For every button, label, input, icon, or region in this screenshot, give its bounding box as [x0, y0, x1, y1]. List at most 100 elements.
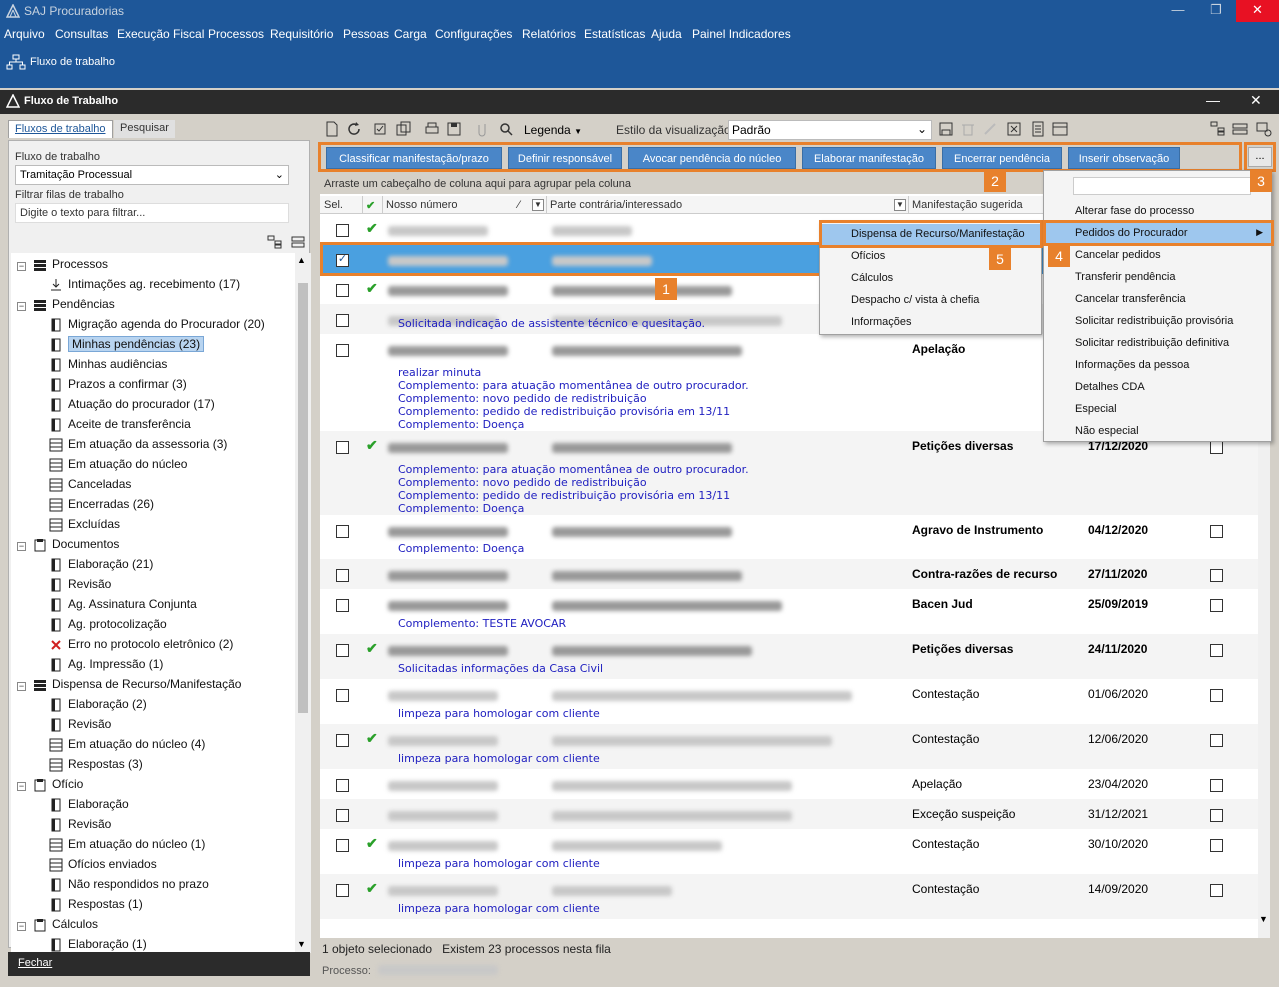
tree-item[interactable]: Canceladas: [49, 477, 131, 497]
menu-painel-indicadores[interactable]: Painel Indicadores: [692, 27, 791, 41]
tree-item[interactable]: Revisão: [49, 577, 111, 597]
submenu-despacho[interactable]: Despacho c/ vista à chefia: [820, 290, 1041, 312]
print-icon[interactable]: [424, 121, 440, 137]
menu-relatorios[interactable]: Relatórios: [522, 27, 576, 41]
collapse-icon[interactable]: −: [17, 922, 26, 931]
row-flag-checkbox[interactable]: [1210, 809, 1223, 822]
row-checkbox[interactable]: [336, 314, 349, 327]
copy-icon[interactable]: [396, 121, 412, 137]
collapse-icon[interactable]: −: [17, 782, 26, 791]
col-header-manif[interactable]: Manifestação sugerida: [912, 199, 1023, 211]
legend-dropdown[interactable]: Legenda ▼: [524, 123, 582, 137]
row-checkbox[interactable]: [336, 569, 349, 582]
menu-consultas[interactable]: Consultas: [55, 27, 108, 41]
row-flag-checkbox[interactable]: [1210, 599, 1223, 612]
tree-item[interactable]: Respostas (1): [49, 897, 143, 917]
tree-item[interactable]: Não respondidos no prazo: [49, 877, 209, 897]
tree-item[interactable]: Dispensa de Recurso/Manifestação: [33, 677, 241, 697]
moremenu-nao-especial[interactable]: Não especial: [1044, 421, 1271, 443]
save-layout-icon[interactable]: [938, 121, 954, 137]
row-checkbox[interactable]: [336, 734, 349, 747]
menu-arquivo[interactable]: Arquivo: [4, 27, 45, 41]
edit-icon[interactable]: [982, 121, 998, 137]
tree-item[interactable]: Ofícios enviados: [49, 857, 157, 877]
define-responsible-button[interactable]: Definir responsável: [508, 147, 622, 169]
row-flag-checkbox[interactable]: [1210, 569, 1223, 582]
row-flag-checkbox[interactable]: [1210, 525, 1223, 538]
scroll-down-icon[interactable]: ▼: [297, 939, 306, 949]
menu-estatisticas[interactable]: Estatísticas: [584, 27, 645, 41]
row-flag-checkbox[interactable]: [1210, 644, 1223, 657]
table-row[interactable]: Bacen Jud 25/09/2019 Complemento: TESTE AV…: [320, 589, 1270, 634]
submenu-calculos[interactable]: Cálculos: [820, 268, 1041, 290]
col-header-sel[interactable]: Sel.: [324, 199, 343, 211]
table-row[interactable]: ✔ Petições diversas 24/11/2020 Solicitadas …: [320, 634, 1270, 679]
tree-item[interactable]: Revisão: [49, 717, 111, 737]
tree-item[interactable]: Aceite de transferência: [49, 417, 191, 437]
scroll-up-icon[interactable]: ▲: [297, 255, 306, 265]
tree-scroll-thumb[interactable]: [298, 283, 308, 713]
menu-processos[interactable]: Processos: [208, 27, 264, 41]
collapse-icon[interactable]: −: [17, 262, 26, 271]
workflow-toolbar-label[interactable]: Fluxo de trabalho: [30, 56, 115, 68]
col-header-numero[interactable]: Nosso número: [386, 199, 458, 211]
export-excel-icon[interactable]: [1006, 121, 1022, 137]
refresh-icon[interactable]: [346, 121, 362, 137]
table-row[interactable]: Apelação 23/04/2020: [320, 769, 1270, 799]
row-checkbox[interactable]: [336, 689, 349, 702]
avocar-button[interactable]: Avocar pendência do núcleo: [628, 147, 796, 169]
row-checkbox[interactable]: [336, 839, 349, 852]
tab-fluxos-de-trabalho[interactable]: Fluxos de trabalho: [8, 120, 113, 138]
more-menu-search[interactable]: [1073, 177, 1251, 195]
tab-pesquisar[interactable]: Pesquisar: [114, 120, 175, 138]
row-flag-checkbox[interactable]: [1210, 839, 1223, 852]
tree-item[interactable]: Processos: [33, 257, 108, 277]
col-header-parte[interactable]: Parte contrária/interessado: [550, 199, 682, 211]
tree-item[interactable]: Em atuação do núcleo: [49, 457, 187, 477]
table-row[interactable]: Agravo de Instrumento 04/12/2020 Complemen…: [320, 515, 1270, 559]
row-checkbox[interactable]: [336, 884, 349, 897]
new-document-icon[interactable]: [324, 121, 340, 137]
row-checkbox[interactable]: [336, 779, 349, 792]
classify-button[interactable]: Classificar manifestação/prazo: [326, 147, 502, 169]
submenu-informacoes[interactable]: Informações: [820, 312, 1041, 334]
list-view-icon[interactable]: [1232, 121, 1248, 137]
tree-view-icon[interactable]: [1210, 121, 1226, 137]
table-row[interactable]: ✔ Petições diversas 17/12/2020 Complemento:…: [320, 431, 1270, 515]
moremenu-cancelar-pedidos[interactable]: Cancelar pedidos: [1044, 245, 1271, 267]
tree-item[interactable]: Encerradas (26): [49, 497, 154, 517]
check-header-icon[interactable]: ✔: [366, 199, 375, 212]
table-row[interactable]: Exceção suspeição 31/12/2021: [320, 799, 1270, 829]
moremenu-cancelar-transferencia[interactable]: Cancelar transferência: [1044, 289, 1271, 311]
close-panel-button[interactable]: Fechar: [8, 952, 310, 976]
row-checkbox[interactable]: [336, 525, 349, 538]
moremenu-transferir[interactable]: Transferir pendência: [1044, 267, 1271, 289]
scroll-down-icon[interactable]: ▼: [1259, 914, 1268, 924]
filter-icon[interactable]: ▼: [532, 199, 544, 211]
row-checkbox[interactable]: [336, 644, 349, 657]
tree-item[interactable]: Erro no protocolo eletrônico (2): [49, 637, 233, 657]
table-row[interactable]: Contra-razões de recurso 27/11/2020: [320, 559, 1270, 589]
view-style-select[interactable]: Padrão ⌄: [728, 120, 932, 140]
tree-item[interactable]: Excluídas: [49, 517, 120, 537]
moremenu-info-pessoa[interactable]: Informações da pessoa: [1044, 355, 1271, 377]
save-icon[interactable]: [446, 121, 462, 137]
row-checkbox[interactable]: [336, 284, 349, 297]
child-minimize-button[interactable]: —: [1206, 92, 1220, 108]
minimize-button[interactable]: —: [1158, 0, 1198, 22]
tree-expand-icon[interactable]: [267, 235, 283, 249]
tree-item[interactable]: Revisão: [49, 817, 111, 837]
tree-item[interactable]: Elaboração (2): [49, 697, 147, 717]
tree-item[interactable]: Ag. Assinatura Conjunta: [49, 597, 197, 617]
row-flag-checkbox[interactable]: [1210, 689, 1223, 702]
notes-icon[interactable]: [1030, 121, 1046, 137]
row-flag-checkbox[interactable]: [1210, 734, 1223, 747]
flow-select[interactable]: Tramitação Processual ⌄: [15, 165, 289, 185]
tree-item[interactable]: Ofício: [33, 777, 83, 797]
tree-item[interactable]: Ag. protocolização: [49, 617, 167, 637]
collapse-icon[interactable]: −: [17, 542, 26, 551]
settings-view-icon[interactable]: [1256, 121, 1272, 137]
collapse-icon[interactable]: −: [17, 302, 26, 311]
tree-item[interactable]: Prazos a confirmar (3): [49, 377, 187, 397]
table-row[interactable]: ✔ Contestação 14/09/2020 limpeza para homol…: [320, 874, 1270, 919]
